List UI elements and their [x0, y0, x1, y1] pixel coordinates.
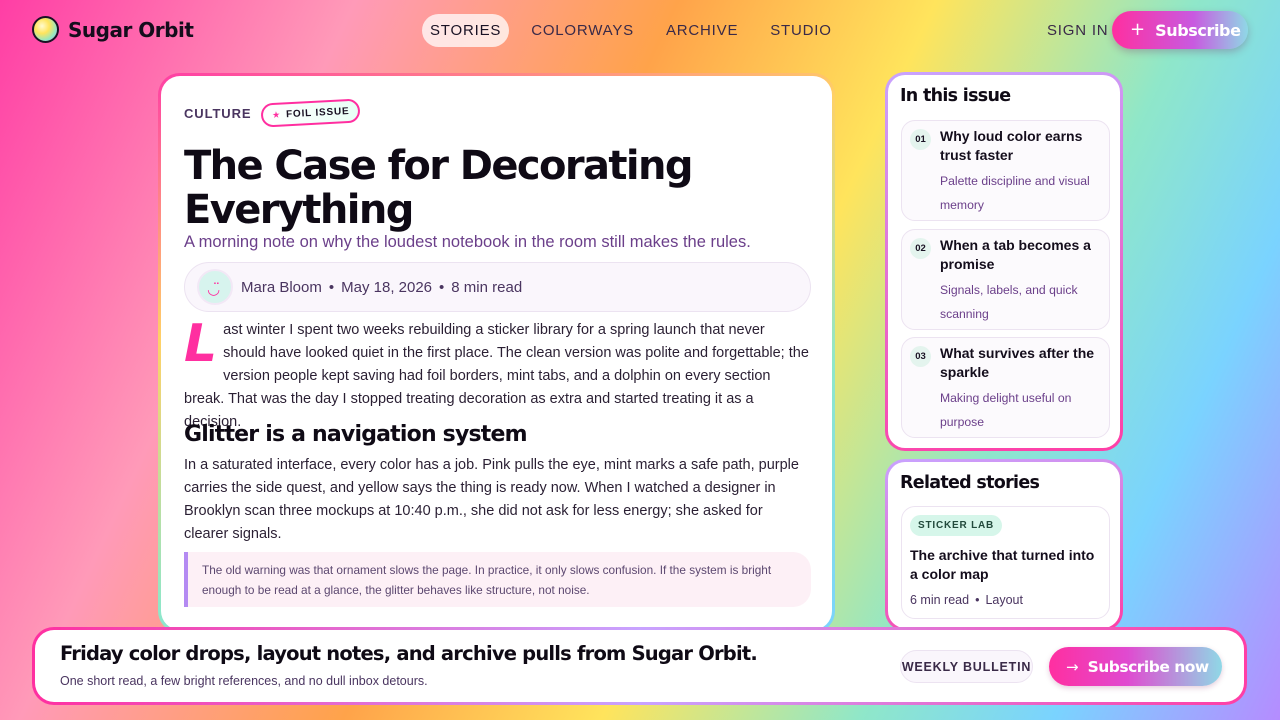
issue-item-title: When a tab becomes a promise [940, 237, 1091, 272]
byline: ◡̈ Mara Bloom • May 18, 2026 • 8 min rea… [184, 262, 811, 312]
main-nav: STORIES COLORWAYS ARCHIVE STUDIO [422, 14, 840, 47]
article-subheading: Glitter is a navigation system [184, 422, 528, 447]
related-story-read-time: 6 min read [910, 593, 970, 607]
publish-date: May 18, 2026 [341, 278, 433, 296]
related-stories-title: Related stories [900, 473, 1040, 493]
article-headline: The Case for Decorating Everything [184, 143, 694, 233]
smile-icon: ◡̈ [207, 280, 221, 298]
read-time: 8 min read [451, 278, 523, 296]
issue-item-number: 01 [910, 129, 931, 150]
pull-quote: The old warning was that ornament slows … [184, 552, 811, 607]
related-story-title: The archive that turned into a color map [910, 547, 1095, 582]
bulletin-subtitle: One short read, a few bright references,… [60, 674, 428, 688]
kicker-row: CULTURE ★ FOIL ISSUE [184, 98, 362, 128]
in-this-issue-title: In this issue [900, 86, 1011, 106]
brand[interactable]: Sugar Orbit [32, 16, 194, 43]
related-story-tag: STICKER LAB [910, 515, 1003, 536]
author-avatar[interactable]: ◡̈ [197, 269, 233, 305]
arrow-right-icon: → [1066, 657, 1079, 676]
in-this-issue-card: In this issue 01 Why loud color earns tr… [885, 72, 1123, 451]
issue-item[interactable]: 02 When a tab becomes a promise Signals,… [901, 229, 1110, 330]
nav-item-studio[interactable]: STUDIO [762, 14, 839, 47]
plus-icon: + [1130, 19, 1146, 40]
subscribe-now-label: Subscribe now [1087, 657, 1210, 676]
article-paragraph-1: Last winter I spent two weeks rebuilding… [184, 314, 809, 434]
star-icon: ★ [272, 110, 281, 121]
nav-item-colorways[interactable]: COLORWAYS [523, 14, 642, 47]
byline-text: Mara Bloom • May 18, 2026 • 8 min read [241, 279, 522, 296]
related-story-meta: 6 min read • Layout [910, 593, 1023, 607]
foil-issue-badge: ★ FOIL ISSUE [260, 98, 362, 128]
weekly-bulletin-tag: WEEKLY BULLETIN [900, 650, 1033, 683]
section-kicker[interactable]: CULTURE [184, 106, 251, 121]
subscribe-now-button[interactable]: → Subscribe now [1049, 647, 1222, 686]
issue-item-number: 03 [910, 346, 931, 367]
issue-item-title: Why loud color earns trust faster [940, 128, 1083, 163]
article-card: CULTURE ★ FOIL ISSUE The Case for Decora… [158, 73, 835, 633]
related-story-section: Layout [985, 593, 1023, 607]
nav-item-stories[interactable]: STORIES [422, 14, 510, 47]
issue-item-number: 02 [910, 238, 931, 259]
issue-item[interactable]: 03 What survives after the sparkle Makin… [901, 337, 1110, 438]
subscribe-button[interactable]: + Subscribe [1112, 11, 1248, 49]
newsletter-bulletin-bar: Friday color drops, layout notes, and ar… [32, 627, 1247, 705]
subscribe-button-label: Subscribe [1155, 20, 1241, 40]
issue-item-desc: Signals, labels, and quick scanning [940, 283, 1078, 321]
bulletin-title: Friday color drops, layout notes, and ar… [60, 642, 758, 665]
sign-in-link[interactable]: SIGN IN [1047, 22, 1108, 39]
nav-item-archive[interactable]: ARCHIVE [658, 14, 746, 47]
issue-item-title: What survives after the sparkle [940, 345, 1095, 380]
foil-issue-badge-label: FOIL ISSUE [286, 105, 351, 121]
related-story-item[interactable]: STICKER LAB The archive that turned into… [901, 506, 1110, 619]
site-header: Sugar Orbit STORIES COLORWAYS ARCHIVE ST… [0, 0, 1280, 60]
byline-separator: • [328, 278, 335, 296]
drop-cap: L [184, 314, 218, 374]
byline-separator: • [439, 278, 445, 296]
orbit-logo-icon [32, 16, 59, 43]
author-name[interactable]: Mara Bloom [241, 279, 322, 296]
issue-item-desc: Making delight useful on purpose [940, 391, 1072, 429]
paragraph-1-text: ast winter I spent two weeks rebuilding … [184, 322, 809, 430]
article-dek: A morning note on why the loudest notebo… [184, 233, 751, 251]
article-paragraph-2: In a saturated interface, every color ha… [184, 457, 799, 542]
byline-separator: • [975, 593, 980, 607]
issue-item[interactable]: 01 Why loud color earns trust faster Pal… [901, 120, 1110, 221]
issue-item-desc: Palette discipline and visual memory [940, 174, 1090, 212]
related-stories-card: Related stories STICKER LAB The archive … [885, 459, 1123, 631]
brand-name: Sugar Orbit [68, 17, 194, 42]
